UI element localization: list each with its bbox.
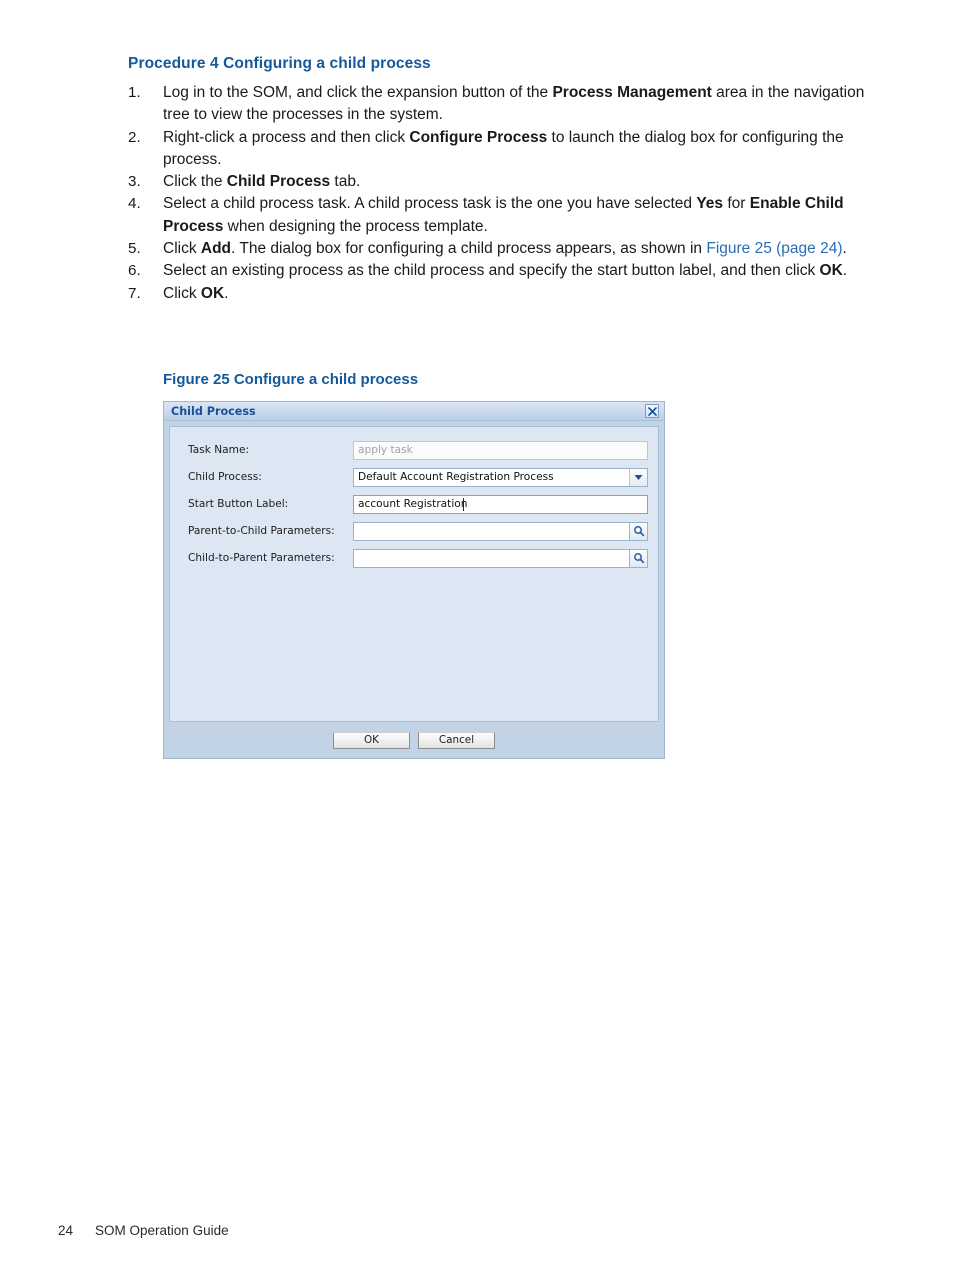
dialog-footer: OK Cancel: [164, 724, 664, 758]
step-text-run: . The dialog box for configuring a child…: [231, 240, 707, 258]
procedure-step: 3. Click the Child Process tab.: [128, 171, 876, 193]
step-text-run: Click: [163, 284, 201, 302]
child-process-form: Task Name: apply task Child Process: Defaul…: [188, 440, 648, 575]
step-text-run: Select a child process task. A child pro…: [163, 195, 697, 213]
dialog-title: Child Process: [171, 405, 256, 418]
form-row-start-button-label: Start Button Label: account Registration: [188, 494, 648, 514]
procedure-step: 5. Click Add. The dialog box for configur…: [128, 238, 876, 260]
step-text: Right-click a process and then click Con…: [163, 127, 876, 172]
page-number: 24: [58, 1223, 74, 1238]
step-text: Select a child process task. A child pro…: [163, 193, 876, 238]
child-process-dialog: Child Process Task Name: apply task Child …: [163, 401, 665, 759]
label-child-process: Child Process:: [188, 471, 262, 483]
ok-button[interactable]: OK: [333, 732, 410, 749]
step-number: 3.: [128, 173, 141, 191]
procedure-step: 4. Select a child process task. A child p…: [128, 193, 876, 238]
figure-caption: Figure 25 Configure a child process: [163, 371, 419, 388]
step-text: Click Add. The dialog box for configurin…: [163, 238, 876, 260]
label-child-to-parent-parameters: Child-to-Parent Parameters:: [188, 552, 335, 564]
procedure-step: 1. Log in to the SOM, and click the expan…: [128, 82, 876, 127]
step-text: Log in to the SOM, and click the expansi…: [163, 82, 876, 127]
step-text-run: for: [723, 195, 750, 213]
control-parent-to-child-parameters: [353, 521, 648, 541]
step-number: 4.: [128, 195, 141, 213]
label-parent-to-child-parameters: Parent-to-Child Parameters:: [188, 525, 335, 537]
form-row-child-process: Child Process: Default Account Registrati…: [188, 467, 648, 487]
step-text-run: .: [224, 284, 229, 302]
step-number: 7.: [128, 284, 141, 302]
form-row-child-to-parent-parameters: Child-to-Parent Parameters:: [188, 548, 648, 568]
procedure-heading: Procedure 4 Configuring a child process: [128, 55, 431, 72]
step-text-run: Yes: [696, 195, 724, 213]
step-text-run: Select an existing process as the child …: [163, 262, 820, 280]
step-text-run: OK: [200, 284, 225, 302]
procedure-step: 6. Select an existing process as the chil…: [128, 260, 876, 282]
task-name-input: apply task: [353, 440, 648, 460]
dialog-title-bar: Child Process: [164, 402, 664, 421]
chevron-down-icon[interactable]: [629, 468, 647, 486]
step-text-run: Click: [163, 240, 201, 258]
step-text-run: Child Process: [226, 173, 331, 191]
step-text-run: Right-click a process and then click: [163, 128, 410, 146]
start-button-label-input[interactable]: account Registration: [353, 494, 648, 514]
child-process-selected-value: Default Account Registration Process: [358, 471, 554, 483]
step-text-run: Log in to the SOM, and click the expansi…: [163, 84, 553, 101]
step-number: 6.: [128, 262, 141, 280]
procedure-step: 7. Click OK.: [128, 283, 876, 305]
step-text-run: Configure Process: [409, 128, 548, 146]
label-task-name: Task Name:: [188, 444, 250, 456]
step-text: Click the Child Process tab.: [163, 171, 876, 193]
parent-to-child-parameters-search-group: [353, 521, 648, 541]
label-start-button-label: Start Button Label:: [188, 498, 289, 510]
dialog-body-panel: Task Name: apply task Child Process: Defaul…: [169, 426, 659, 722]
magnifier-icon[interactable]: [629, 548, 648, 568]
step-text-run: when designing the process template.: [223, 217, 488, 235]
step-text-run: OK: [819, 262, 843, 280]
document-page: Procedure 4 Configuring a child process …: [0, 0, 954, 1271]
cancel-button[interactable]: Cancel: [418, 732, 495, 749]
step-text-run: Process Management: [552, 84, 712, 101]
procedure-step: 2. Right-click a process and then click C…: [128, 127, 876, 172]
step-text-run: .: [842, 262, 848, 280]
control-start-button-label: account Registration: [353, 494, 648, 514]
step-number: 2.: [128, 128, 141, 146]
form-row-task-name: Task Name: apply task: [188, 440, 648, 460]
step-text-run: Add: [200, 240, 232, 258]
child-to-parent-parameters-search-group: [353, 548, 648, 568]
step-number: 5.: [128, 240, 141, 258]
text-caret: [463, 497, 464, 511]
control-task-name: apply task: [353, 440, 648, 460]
control-child-to-parent-parameters: [353, 548, 648, 568]
step-text-run: tab.: [330, 173, 361, 191]
document-title: SOM Operation Guide: [95, 1223, 229, 1238]
page-footer: 24 SOM Operation Guide: [58, 1223, 229, 1238]
step-text-run: .: [842, 240, 847, 258]
magnifier-icon[interactable]: [629, 521, 648, 541]
step-text: Select an existing process as the child …: [163, 260, 876, 282]
step-number: 1.: [128, 84, 141, 101]
child-to-parent-parameters-input[interactable]: [353, 548, 629, 568]
figure-cross-reference-link[interactable]: Figure 25 (page 24): [706, 240, 842, 257]
step-text: Click OK.: [163, 283, 876, 305]
procedure-step-list: 1. Log in to the SOM, and click the expan…: [128, 82, 876, 305]
child-process-select[interactable]: Default Account Registration Process: [353, 467, 648, 487]
control-child-process: Default Account Registration Process: [353, 467, 648, 487]
step-text-run: Click the: [163, 173, 227, 191]
form-row-parent-to-child-parameters: Parent-to-Child Parameters:: [188, 521, 648, 541]
close-x-icon[interactable]: [645, 404, 659, 418]
parent-to-child-parameters-input[interactable]: [353, 521, 629, 541]
